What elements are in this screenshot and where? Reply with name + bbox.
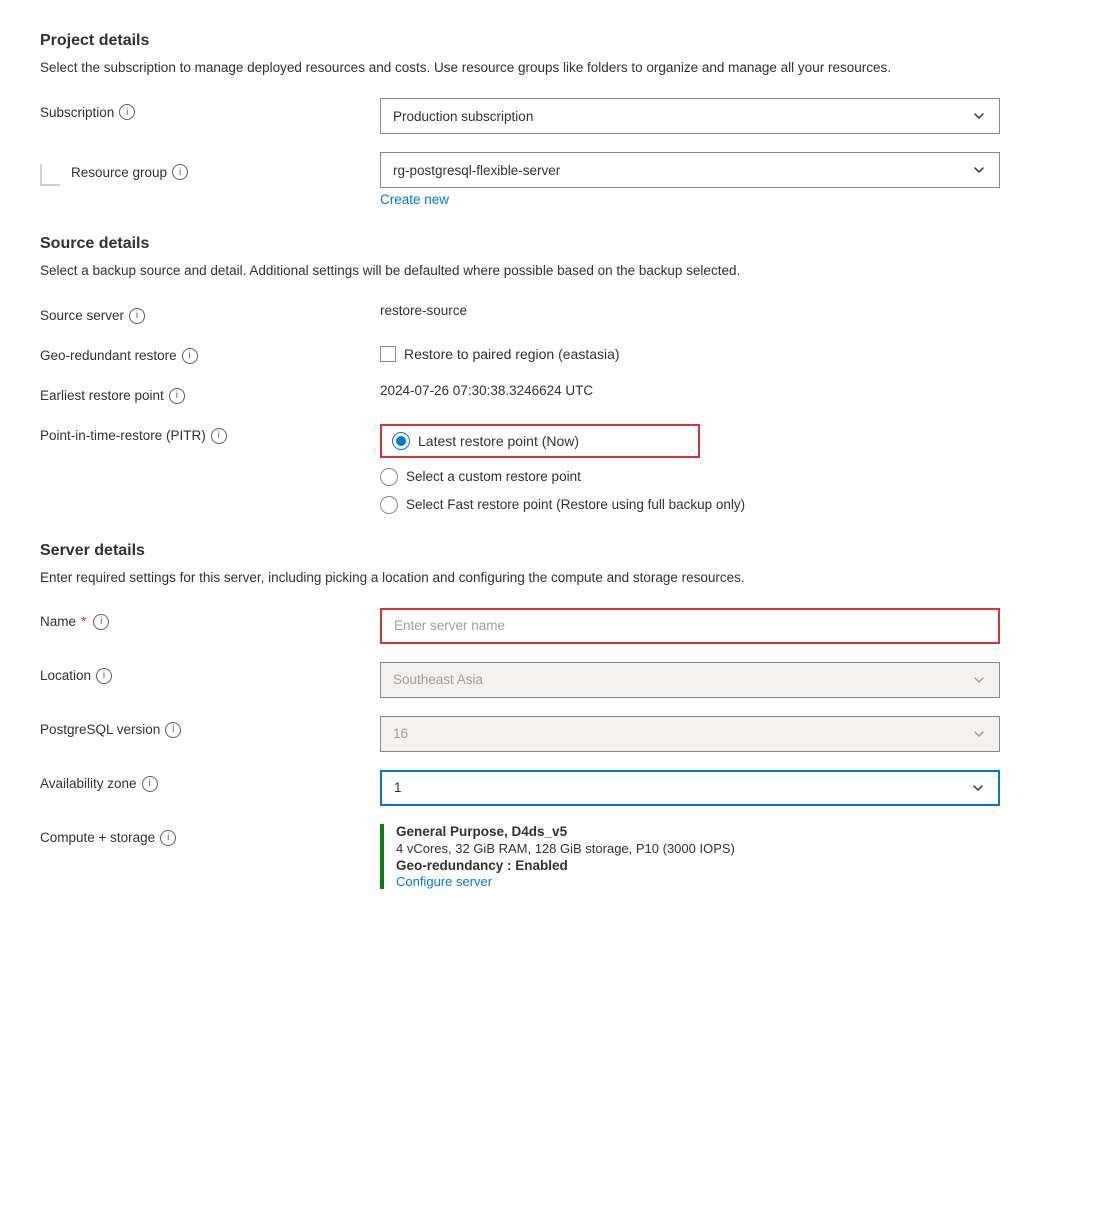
geo-redundant-checkbox[interactable]: [380, 346, 396, 362]
geo-redundant-info-icon[interactable]: i: [182, 348, 198, 364]
source-server-label: Source server i: [40, 302, 380, 324]
server-name-label: Name * i: [40, 608, 380, 630]
source-details-title: Source details: [40, 235, 1062, 253]
subscription-chevron-icon: [971, 108, 987, 124]
availability-zone-dropdown[interactable]: 1: [380, 770, 1000, 806]
source-details-section: Source details Select a backup source an…: [40, 235, 1062, 513]
server-name-required: *: [81, 614, 86, 629]
postgresql-version-row: PostgreSQL version i 16: [40, 716, 1062, 752]
location-row: Location i Southeast Asia: [40, 662, 1062, 698]
postgresql-version-control: 16: [380, 716, 1062, 752]
source-server-row: Source server i restore-source: [40, 302, 1062, 324]
location-chevron-icon: [971, 672, 987, 688]
postgresql-version-chevron-icon: [971, 726, 987, 742]
pitr-row: Point-in-time-restore (PITR) i Latest re…: [40, 422, 1062, 514]
resource-group-dropdown-wrapper: rg-postgresql-flexible-server: [380, 152, 1000, 188]
earliest-restore-point-row: Earliest restore point i 2024-07-26 07:3…: [40, 382, 1062, 404]
pitr-option-custom-label: Select a custom restore point: [406, 469, 581, 484]
compute-storage-info-icon[interactable]: i: [160, 830, 176, 846]
source-server-info-icon[interactable]: i: [129, 308, 145, 324]
pitr-info-icon[interactable]: i: [211, 428, 227, 444]
pitr-option-latest-highlighted[interactable]: Latest restore point (Now): [380, 424, 700, 458]
resource-group-control: rg-postgresql-flexible-server Create new: [380, 152, 1062, 207]
location-label: Location i: [40, 662, 380, 684]
availability-zone-chevron-icon: [970, 780, 986, 796]
postgresql-version-info-icon[interactable]: i: [165, 722, 181, 738]
availability-zone-label: Availability zone i: [40, 770, 380, 792]
server-details-section: Server details Enter required settings f…: [40, 542, 1062, 889]
compute-tier-detail: 4 vCores, 32 GiB RAM, 128 GiB storage, P…: [396, 841, 1062, 856]
server-name-input[interactable]: [380, 608, 1000, 644]
location-control: Southeast Asia: [380, 662, 1062, 698]
compute-storage-label: Compute + storage i: [40, 824, 380, 846]
server-details-desc: Enter required settings for this server,…: [40, 568, 1062, 588]
availability-zone-info-icon[interactable]: i: [142, 776, 158, 792]
geo-redundant-label: Geo-redundant restore i: [40, 342, 380, 364]
resource-group-chevron-icon: [971, 162, 987, 178]
project-details-desc: Select the subscription to manage deploy…: [40, 58, 1062, 78]
pitr-radio-fast[interactable]: [380, 496, 398, 514]
subscription-control: Production subscription: [380, 98, 1062, 134]
compute-storage-info-box: General Purpose, D4ds_v5 4 vCores, 32 Gi…: [380, 824, 1062, 889]
configure-server-link[interactable]: Configure server: [396, 874, 492, 889]
pitr-option-fast-row[interactable]: Select Fast restore point (Restore using…: [380, 496, 1062, 514]
pitr-radio-latest[interactable]: [392, 432, 410, 450]
resource-group-info-icon[interactable]: i: [172, 164, 188, 180]
pitr-option-custom-row[interactable]: Select a custom restore point: [380, 468, 1062, 486]
subscription-row: Subscription i Production subscription: [40, 98, 1062, 134]
server-details-title: Server details: [40, 542, 1062, 560]
compute-tier-name: General Purpose, D4ds_v5: [396, 824, 1062, 839]
geo-redundancy-label: Geo-redundancy : Enabled: [396, 858, 1062, 873]
postgresql-version-label: PostgreSQL version i: [40, 716, 380, 738]
subscription-label: Subscription i: [40, 98, 380, 120]
source-details-desc: Select a backup source and detail. Addit…: [40, 261, 1062, 281]
availability-zone-control: 1: [380, 770, 1062, 806]
pitr-option-latest-label: Latest restore point (Now): [418, 433, 579, 449]
geo-redundant-row: Geo-redundant restore i Restore to paire…: [40, 342, 1062, 364]
resource-group-row: Resource group i rg-postgresql-flexible-…: [40, 152, 1062, 207]
subscription-info-icon[interactable]: i: [119, 104, 135, 120]
server-name-row: Name * i: [40, 608, 1062, 644]
earliest-restore-point-info-icon[interactable]: i: [169, 388, 185, 404]
server-name-control: [380, 608, 1062, 644]
location-info-icon[interactable]: i: [96, 668, 112, 684]
pitr-radio-group: Latest restore point (Now) Select a cust…: [380, 422, 1062, 514]
pitr-radio-custom[interactable]: [380, 468, 398, 486]
postgresql-version-dropdown[interactable]: 16: [380, 716, 1000, 752]
compute-storage-control: General Purpose, D4ds_v5 4 vCores, 32 Gi…: [380, 824, 1062, 889]
pitr-label: Point-in-time-restore (PITR) i: [40, 422, 380, 444]
geo-redundant-checkbox-row: Restore to paired region (eastasia): [380, 342, 1062, 362]
server-name-info-icon[interactable]: i: [93, 614, 109, 630]
subscription-dropdown[interactable]: Production subscription: [380, 98, 1000, 134]
create-new-link[interactable]: Create new: [380, 192, 449, 207]
resource-group-label-area: Resource group i: [40, 152, 380, 186]
location-dropdown[interactable]: Southeast Asia: [380, 662, 1000, 698]
indent-line: [40, 164, 60, 186]
source-server-value: restore-source: [380, 302, 1062, 318]
compute-storage-row: Compute + storage i General Purpose, D4d…: [40, 824, 1062, 889]
earliest-restore-point-value: 2024-07-26 07:30:38.3246624 UTC: [380, 382, 1062, 398]
earliest-restore-point-label: Earliest restore point i: [40, 382, 380, 404]
project-details-section: Project details Select the subscription …: [40, 32, 1062, 207]
subscription-dropdown-wrapper: Production subscription: [380, 98, 1000, 134]
pitr-control: Latest restore point (Now) Select a cust…: [380, 422, 1062, 514]
resource-group-dropdown[interactable]: rg-postgresql-flexible-server: [380, 152, 1000, 188]
project-details-title: Project details: [40, 32, 1062, 50]
pitr-option-fast-label: Select Fast restore point (Restore using…: [406, 497, 745, 512]
availability-zone-row: Availability zone i 1: [40, 770, 1062, 806]
geo-redundant-control: Restore to paired region (eastasia): [380, 342, 1062, 362]
